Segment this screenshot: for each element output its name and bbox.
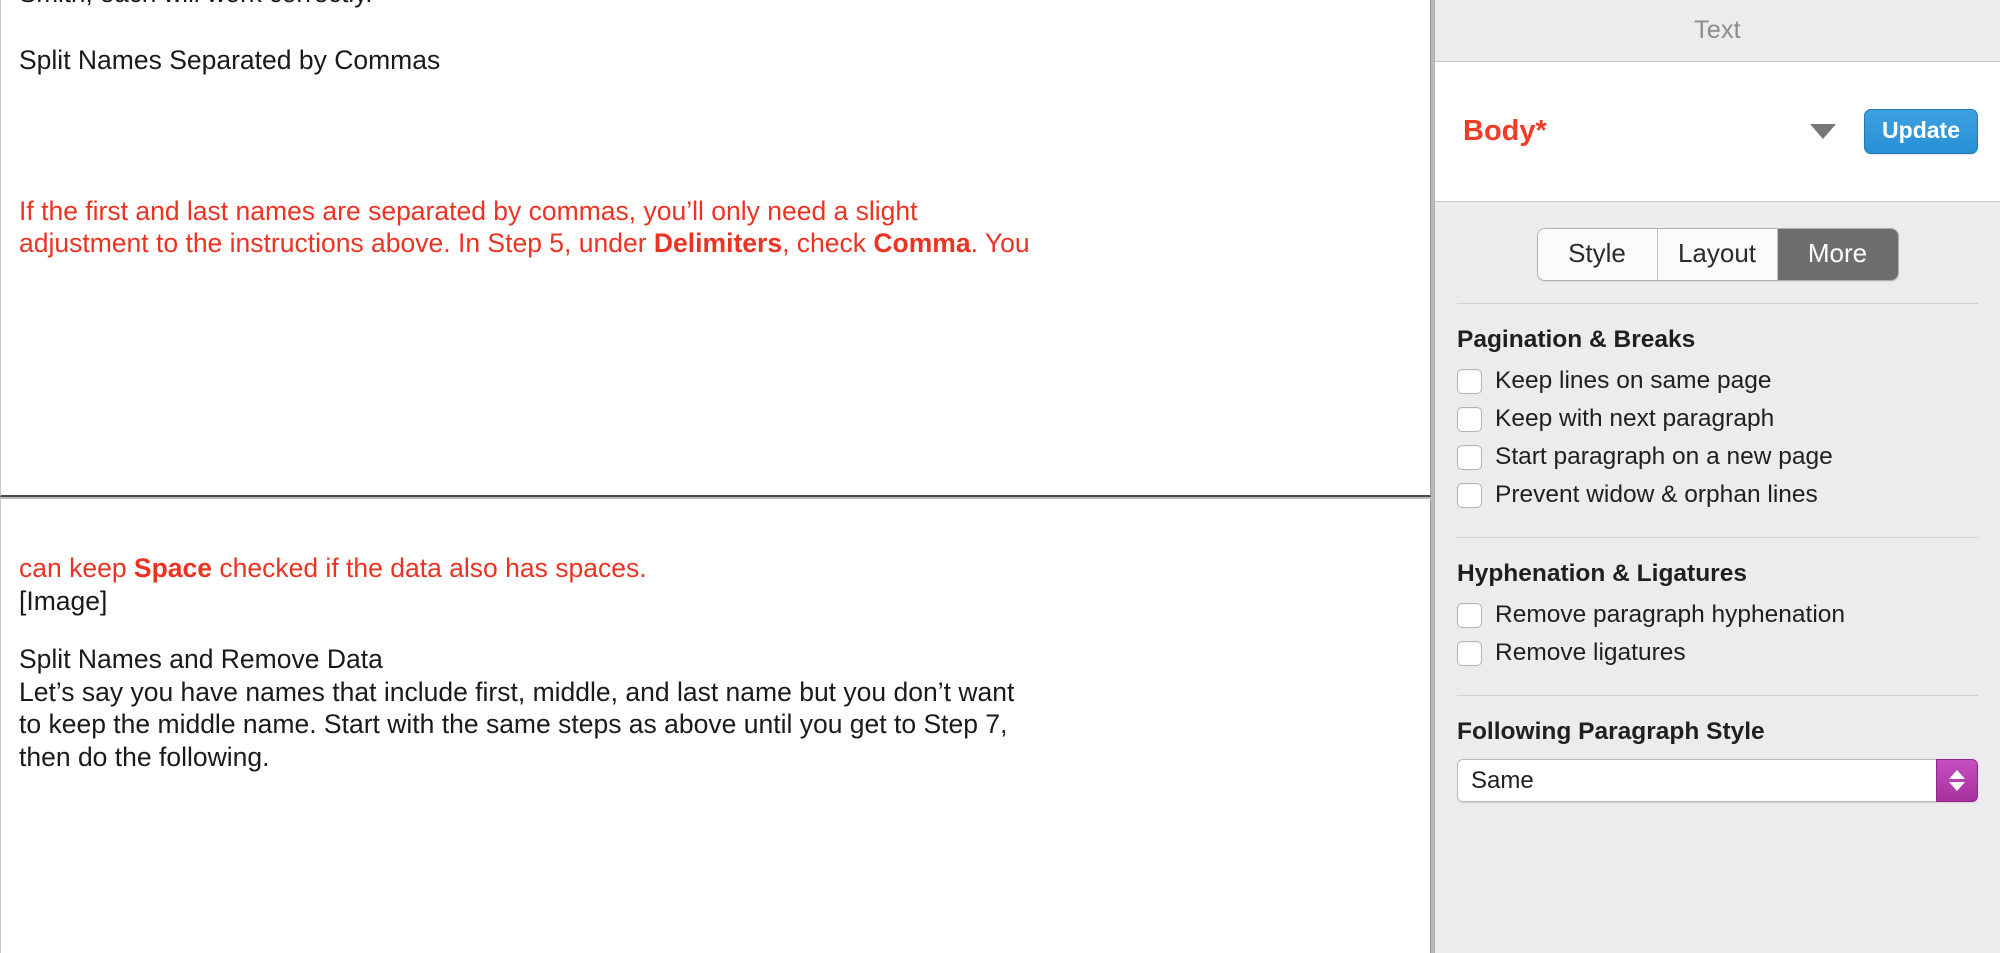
checkbox-label-remove-paragraph-hyphenation: Remove paragraph hyphenation [1495, 601, 1846, 628]
page2-paragraph-line-1: Let’s say you have names that include fi… [19, 676, 1015, 707]
chevron-up-icon [1949, 770, 1965, 779]
inspector-titlebar: Text [1435, 0, 2000, 62]
divider-pagination-hyphenation [1457, 537, 1978, 538]
red-continuation-line: can keep Space checked if the data also … [19, 552, 1412, 585]
checkbox-label-keep-with-next-paragraph: Keep with next paragraph [1495, 405, 1775, 432]
checkbox-remove-ligatures[interactable] [1457, 640, 1482, 666]
checkbox-row-prevent-widow-orphan[interactable]: Prevent widow & orphan lines [1457, 481, 1978, 509]
tab-more[interactable]: More [1777, 229, 1898, 280]
section-hyphenation-ligatures: Hyphenation & Ligatures Remove paragraph… [1435, 560, 2000, 695]
inspector-title: Text [1694, 16, 1741, 44]
page2-paragraph: Let’s say you have names that include fi… [19, 676, 1412, 774]
checkbox-start-paragraph-new-page[interactable] [1457, 444, 1482, 470]
red-cont-bold-space: Space [133, 553, 212, 583]
red-cont-part-b: checked if the data also has spaces. [212, 553, 647, 583]
triangle-down-icon[interactable] [1810, 124, 1837, 139]
checkbox-prevent-widow-orphan[interactable] [1457, 482, 1482, 508]
pagination-section-title: Pagination & Breaks [1457, 326, 1696, 353]
red-line2-part-c: . You [970, 228, 1030, 259]
hyphenation-section-title: Hyphenation & Ligatures [1457, 560, 1747, 587]
checkbox-row-keep-with-next-paragraph[interactable]: Keep with next paragraph [1457, 405, 1978, 433]
checkbox-label-keep-lines-same-page: Keep lines on same page [1495, 367, 1772, 394]
page2-paragraph-line-3: then do the following. [19, 741, 270, 772]
current-paragraph-style-name[interactable]: Body* [1463, 115, 1800, 148]
app-window: Smith, each will work correctly. Split N… [0, 0, 2000, 953]
tab-style[interactable]: Style [1537, 229, 1658, 280]
page2-paragraph-line-2: to keep the middle name. Start with the … [19, 709, 1008, 740]
stepper-updown-icon[interactable] [1936, 759, 1978, 802]
red-line2-bold-delimiters: Delimiters [653, 228, 783, 259]
paragraph-style-header: Body* Update [1435, 62, 2000, 202]
red-cont-part-a: can keep [19, 553, 134, 583]
clipped-previous-line: Smith, each will work correctly. [19, 0, 373, 10]
checkbox-row-start-paragraph-new-page[interactable]: Start paragraph on a new page [1457, 443, 1978, 471]
page1-heading: Split Names Separated by Commas [19, 45, 441, 75]
checkbox-keep-lines-same-page[interactable] [1457, 368, 1482, 394]
page1-red-paragraph: If the first and last names are separate… [19, 195, 1412, 260]
red-line2-part-a: adjustment to the instructions above. In… [19, 228, 654, 259]
chevron-down-icon [1949, 782, 1965, 791]
text-inspector-panel: Text Body* Update Style Layout More Pagi… [1434, 0, 2000, 953]
checkbox-row-remove-paragraph-hyphenation[interactable]: Remove paragraph hyphenation [1457, 601, 1978, 629]
update-style-button[interactable]: Update [1864, 109, 1978, 154]
checkbox-label-prevent-widow-orphan: Prevent widow & orphan lines [1495, 481, 1818, 508]
tab-layout[interactable]: Layout [1657, 229, 1778, 280]
following-style-title: Following Paragraph Style [1457, 718, 1765, 745]
checkbox-row-remove-ligatures[interactable]: Remove ligatures [1457, 639, 1978, 667]
red-line2-bold-comma: Comma [873, 228, 971, 259]
section-pagination-breaks: Pagination & Breaks Keep lines on same p… [1435, 326, 2000, 537]
inspector-tabs-wrapper: Style Layout More [1435, 202, 2000, 303]
following-style-value[interactable]: Same [1457, 759, 1936, 802]
checkbox-keep-with-next-paragraph[interactable] [1457, 406, 1482, 432]
divider-top [1457, 303, 1978, 304]
red-paragraph-line-1: If the first and last names are separate… [19, 195, 918, 226]
page2-heading: Split Names and Remove Data [19, 644, 383, 675]
section-following-paragraph-style: Following Paragraph Style Same [1435, 718, 2000, 802]
inspector-tabs[interactable]: Style Layout More [1536, 228, 1899, 281]
document-page-2[interactable]: can keep Space checked if the data also … [0, 499, 1431, 953]
document-page-1[interactable]: Smith, each will work correctly. Split N… [0, 0, 1431, 497]
document-canvas[interactable]: Smith, each will work correctly. Split N… [0, 0, 1434, 953]
inspector-content: Pagination & Breaks Keep lines on same p… [1435, 303, 2000, 953]
red-line2-part-b: , check [782, 228, 874, 259]
page2-red-continuation: can keep Space checked if the data also … [19, 552, 1412, 585]
checkbox-label-remove-ligatures: Remove ligatures [1495, 639, 1686, 666]
image-placeholder: [Image] [19, 585, 108, 616]
checkbox-label-start-paragraph-new-page: Start paragraph on a new page [1495, 443, 1833, 470]
divider-hyphenation-following [1457, 695, 1978, 696]
checkbox-remove-paragraph-hyphenation[interactable] [1457, 602, 1482, 628]
following-style-select[interactable]: Same [1457, 759, 1978, 802]
red-paragraph-line-2: adjustment to the instructions above. In… [19, 227, 1412, 260]
checkbox-row-keep-lines-same-page[interactable]: Keep lines on same page [1457, 367, 1978, 395]
